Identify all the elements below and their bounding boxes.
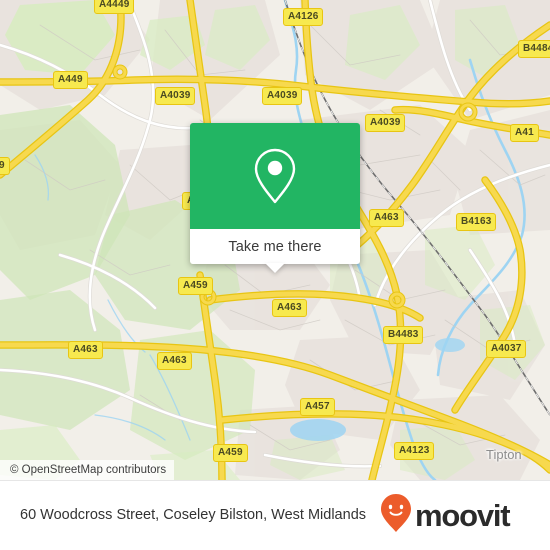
road-shield: A4126 bbox=[283, 8, 324, 26]
road-shield: B4484 bbox=[518, 40, 550, 58]
road-shield: A4039 bbox=[262, 87, 303, 105]
moovit-logo[interactable]: moovit bbox=[380, 493, 527, 538]
road-shield: A4037 bbox=[486, 340, 527, 358]
location-popup-card[interactable]: Take me there bbox=[190, 123, 360, 273]
footer-bar: 60 Woodcross Street, Coseley Bilston, We… bbox=[0, 480, 550, 550]
map-pin-icon bbox=[252, 147, 298, 205]
popup-pointer bbox=[265, 263, 285, 273]
place-label-tipton: Tipton bbox=[486, 447, 522, 462]
road-shield: A4449 bbox=[94, 0, 135, 14]
road-shield: A463 bbox=[157, 352, 192, 370]
moovit-pin-smiley-icon bbox=[380, 493, 412, 538]
road-shield: B4483 bbox=[383, 326, 424, 344]
take-me-there-label: Take me there bbox=[228, 238, 322, 255]
road-shield: A463 bbox=[68, 341, 103, 359]
road-shield: A459 bbox=[178, 277, 213, 295]
take-me-there-button[interactable]: Take me there bbox=[190, 229, 360, 273]
popup-header bbox=[190, 123, 360, 229]
road-shield: A457 bbox=[300, 398, 335, 416]
moovit-wordmark: moovit bbox=[415, 498, 511, 533]
address-text: 60 Woodcross Street, Coseley Bilston, We… bbox=[20, 506, 367, 523]
road-shield: A463 bbox=[369, 209, 404, 227]
road-shield: A4039 bbox=[155, 87, 196, 105]
moovit-map-screenshot: .land{fill:#f2efe9} .resi{fill:#e8e2dd} … bbox=[0, 0, 550, 550]
road-shield: A4039 bbox=[365, 114, 406, 132]
road-shield: A463 bbox=[272, 299, 307, 317]
map-viewport[interactable]: .land{fill:#f2efe9} .resi{fill:#e8e2dd} … bbox=[0, 0, 550, 480]
road-shield: A459 bbox=[213, 444, 248, 462]
road-shield: B4163 bbox=[456, 213, 497, 231]
map-attribution[interactable]: © OpenStreetMap contributors bbox=[0, 460, 175, 480]
attribution-text: © OpenStreetMap contributors bbox=[10, 464, 167, 476]
road-shield: A41 bbox=[510, 124, 539, 142]
road-shield: A449 bbox=[53, 71, 88, 89]
road-shield: 9 bbox=[0, 157, 10, 175]
road-shield: A4123 bbox=[394, 442, 435, 460]
